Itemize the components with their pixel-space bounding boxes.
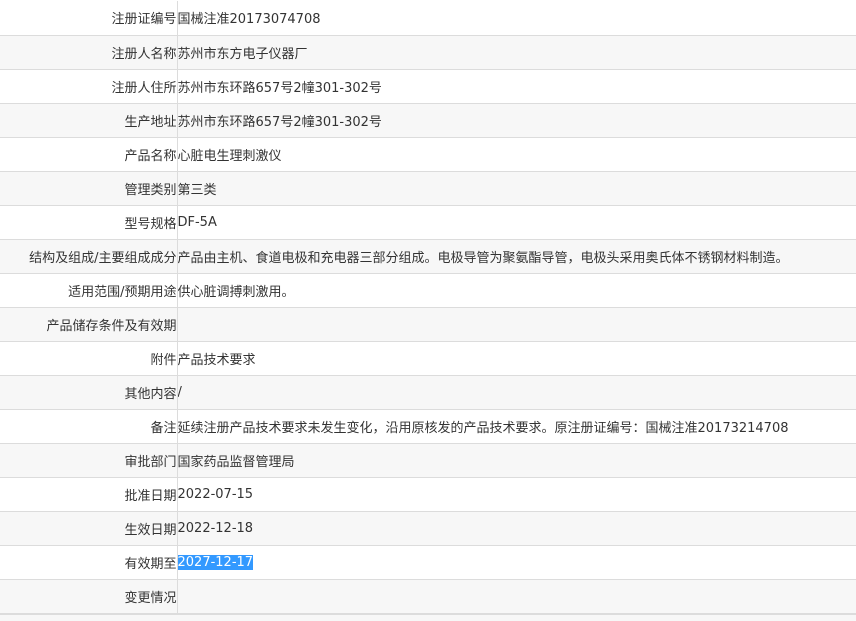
field-label: 产品储存条件及有效期 bbox=[0, 307, 178, 342]
field-value[interactable]: 延续注册产品技术要求未发生变化，沿用原核发的产品技术要求。原注册证编号：国械注准… bbox=[177, 409, 856, 444]
field-value[interactable]: / bbox=[177, 375, 856, 410]
field-label: 审批部门 bbox=[0, 443, 178, 478]
field-label: 管理类别 bbox=[0, 171, 178, 206]
field-label: 产品名称 bbox=[0, 137, 178, 172]
field-value[interactable]: 苏州市东方电子仪器厂 bbox=[177, 35, 856, 70]
field-value[interactable]: 产品技术要求 bbox=[177, 341, 856, 376]
field-value[interactable]: 供心脏调搏刺激用。 bbox=[177, 273, 856, 308]
field-label: 适用范围/预期用途 bbox=[0, 273, 178, 308]
field-label: 变更情况 bbox=[0, 579, 178, 614]
table-row: 生效日期 2022-12-18 bbox=[0, 511, 856, 546]
registration-detail-table: 注册证编号 国械注准20173074708 注册人名称 苏州市东方电子仪器厂 注… bbox=[0, 1, 856, 614]
table-row: 其他内容 / bbox=[0, 375, 856, 410]
selected-text[interactable]: 2027-12-17 bbox=[177, 554, 254, 570]
field-value[interactable]: 国械注准20173074708 bbox=[177, 1, 856, 36]
field-value[interactable] bbox=[177, 307, 856, 342]
field-value[interactable]: DF-5A bbox=[177, 205, 856, 240]
field-label: 附件 bbox=[0, 341, 178, 376]
field-label: 生产地址 bbox=[0, 103, 178, 138]
field-value[interactable]: 第三类 bbox=[177, 171, 856, 206]
field-value[interactable]: 国家药品监督管理局 bbox=[177, 443, 856, 478]
field-label: 备注 bbox=[0, 409, 178, 444]
field-label: 注册人住所 bbox=[0, 69, 178, 104]
field-value[interactable]: 产品由主机、食道电极和充电器三部分组成。电极导管为聚氨酯导管，电极头采用奥氏体不… bbox=[177, 239, 856, 274]
table-row: 生产地址 苏州市东环路657号2幢301-302号 bbox=[0, 103, 856, 138]
field-label: 生效日期 bbox=[0, 511, 178, 546]
field-label: 批准日期 bbox=[0, 477, 178, 512]
table-row: 适用范围/预期用途 供心脏调搏刺激用。 bbox=[0, 273, 856, 308]
table-row: 产品储存条件及有效期 bbox=[0, 307, 856, 342]
table-row: 变更情况 bbox=[0, 579, 856, 614]
table-row: 注册人名称 苏州市东方电子仪器厂 bbox=[0, 35, 856, 70]
field-value[interactable]: 2022-07-15 bbox=[177, 477, 856, 512]
field-label: 结构及组成/主要组成成分 bbox=[0, 239, 178, 274]
table-row: 审批部门 国家药品监督管理局 bbox=[0, 443, 856, 478]
field-label: 有效期至 bbox=[0, 545, 178, 580]
field-value[interactable] bbox=[177, 579, 856, 614]
table-row: 批准日期 2022-07-15 bbox=[0, 477, 856, 512]
table-row: 有效期至 2027-12-17 bbox=[0, 545, 856, 580]
field-label: 注册证编号 bbox=[0, 1, 178, 36]
field-label: 型号规格 bbox=[0, 205, 178, 240]
field-value[interactable]: 2027-12-17 bbox=[177, 545, 856, 580]
field-value[interactable]: 心脏电生理刺激仪 bbox=[177, 137, 856, 172]
table-row: 注册证编号 国械注准20173074708 bbox=[0, 1, 856, 36]
field-value[interactable]: 苏州市东环路657号2幢301-302号 bbox=[177, 69, 856, 104]
table-row: 附件 产品技术要求 bbox=[0, 341, 856, 376]
table-row: 型号规格 DF-5A bbox=[0, 205, 856, 240]
table-row: 管理类别 第三类 bbox=[0, 171, 856, 206]
table-row: 备注 延续注册产品技术要求未发生变化，沿用原核发的产品技术要求。原注册证编号：国… bbox=[0, 409, 856, 444]
field-label: 注册人名称 bbox=[0, 35, 178, 70]
table-row: 产品名称 心脏电生理刺激仪 bbox=[0, 137, 856, 172]
field-value[interactable]: 2022-12-18 bbox=[177, 511, 856, 546]
table-row: 结构及组成/主要组成成分 产品由主机、食道电极和充电器三部分组成。电极导管为聚氨… bbox=[0, 239, 856, 274]
field-value[interactable]: 苏州市东环路657号2幢301-302号 bbox=[177, 103, 856, 138]
table-row: 注册人住所 苏州市东环路657号2幢301-302号 bbox=[0, 69, 856, 104]
field-label: 其他内容 bbox=[0, 375, 178, 410]
